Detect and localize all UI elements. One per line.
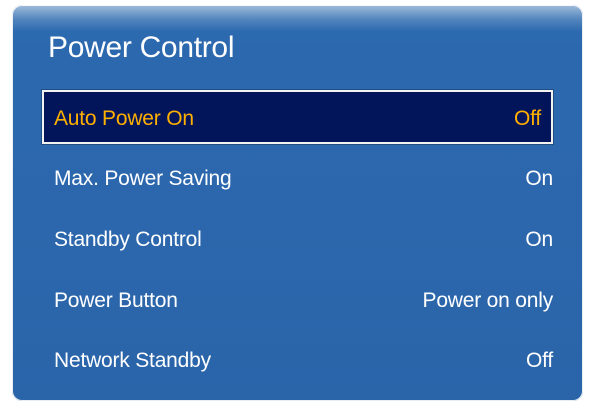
menu-item-label: Auto Power On	[54, 107, 194, 130]
menu-item-value: Off	[525, 349, 553, 372]
menu-item-max-power-saving[interactable]: Max. Power Saving On	[42, 152, 553, 206]
menu-item-label: Standby Control	[54, 228, 202, 251]
menu-item-auto-power-on[interactable]: Auto Power On Off	[42, 90, 553, 144]
menu-item-value: On	[525, 167, 553, 190]
menu-item-power-button[interactable]: Power Button Power on only	[42, 274, 553, 328]
menu-item-value: Power on only	[422, 289, 554, 312]
panel-title: Power Control	[48, 31, 235, 64]
menu-item-value: On	[525, 228, 553, 251]
menu-item-label: Max. Power Saving	[54, 167, 232, 190]
panel-gloss	[12, 5, 583, 31]
menu-item-label: Network Standby	[54, 349, 211, 372]
menu-item-label: Power Button	[54, 289, 178, 312]
menu-item-value: Off	[513, 107, 541, 130]
menu-item-standby-control[interactable]: Standby Control On	[42, 213, 553, 267]
power-control-panel: Power Control Auto Power On Off Max. Pow…	[12, 5, 583, 401]
menu-item-network-standby[interactable]: Network Standby Off	[42, 334, 553, 388]
